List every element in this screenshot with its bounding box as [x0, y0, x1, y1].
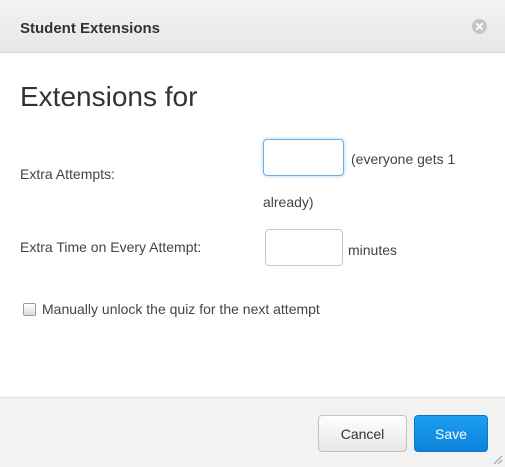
extra-time-unit: minutes [348, 242, 398, 258]
resize-grip-icon[interactable] [491, 453, 503, 465]
cancel-button[interactable]: Cancel [318, 415, 407, 452]
extra-attempts-input[interactable] [263, 139, 344, 176]
extra-attempts-note: (everyone gets 1 [351, 151, 456, 167]
extra-time-input[interactable] [265, 229, 343, 266]
extensions-heading: Extensions for [20, 81, 198, 112]
save-button[interactable]: Save [414, 415, 488, 452]
extra-attempts-note-continued: already) [263, 194, 314, 210]
dialog-titlebar: Student Extensions [0, 0, 505, 53]
close-button[interactable] [472, 19, 487, 34]
dialog-title: Student Extensions [20, 20, 161, 37]
close-icon [475, 22, 484, 31]
manually-unlock-checkbox[interactable] [23, 303, 36, 316]
extra-attempts-label: Extra Attempts: [20, 166, 115, 182]
manually-unlock-label[interactable]: Manually unlock the quiz for the next at… [42, 301, 320, 317]
student-extensions-dialog: Student Extensions Extensions for Extra … [0, 0, 505, 467]
extra-time-label: Extra Time on Every Attempt: [20, 239, 202, 255]
